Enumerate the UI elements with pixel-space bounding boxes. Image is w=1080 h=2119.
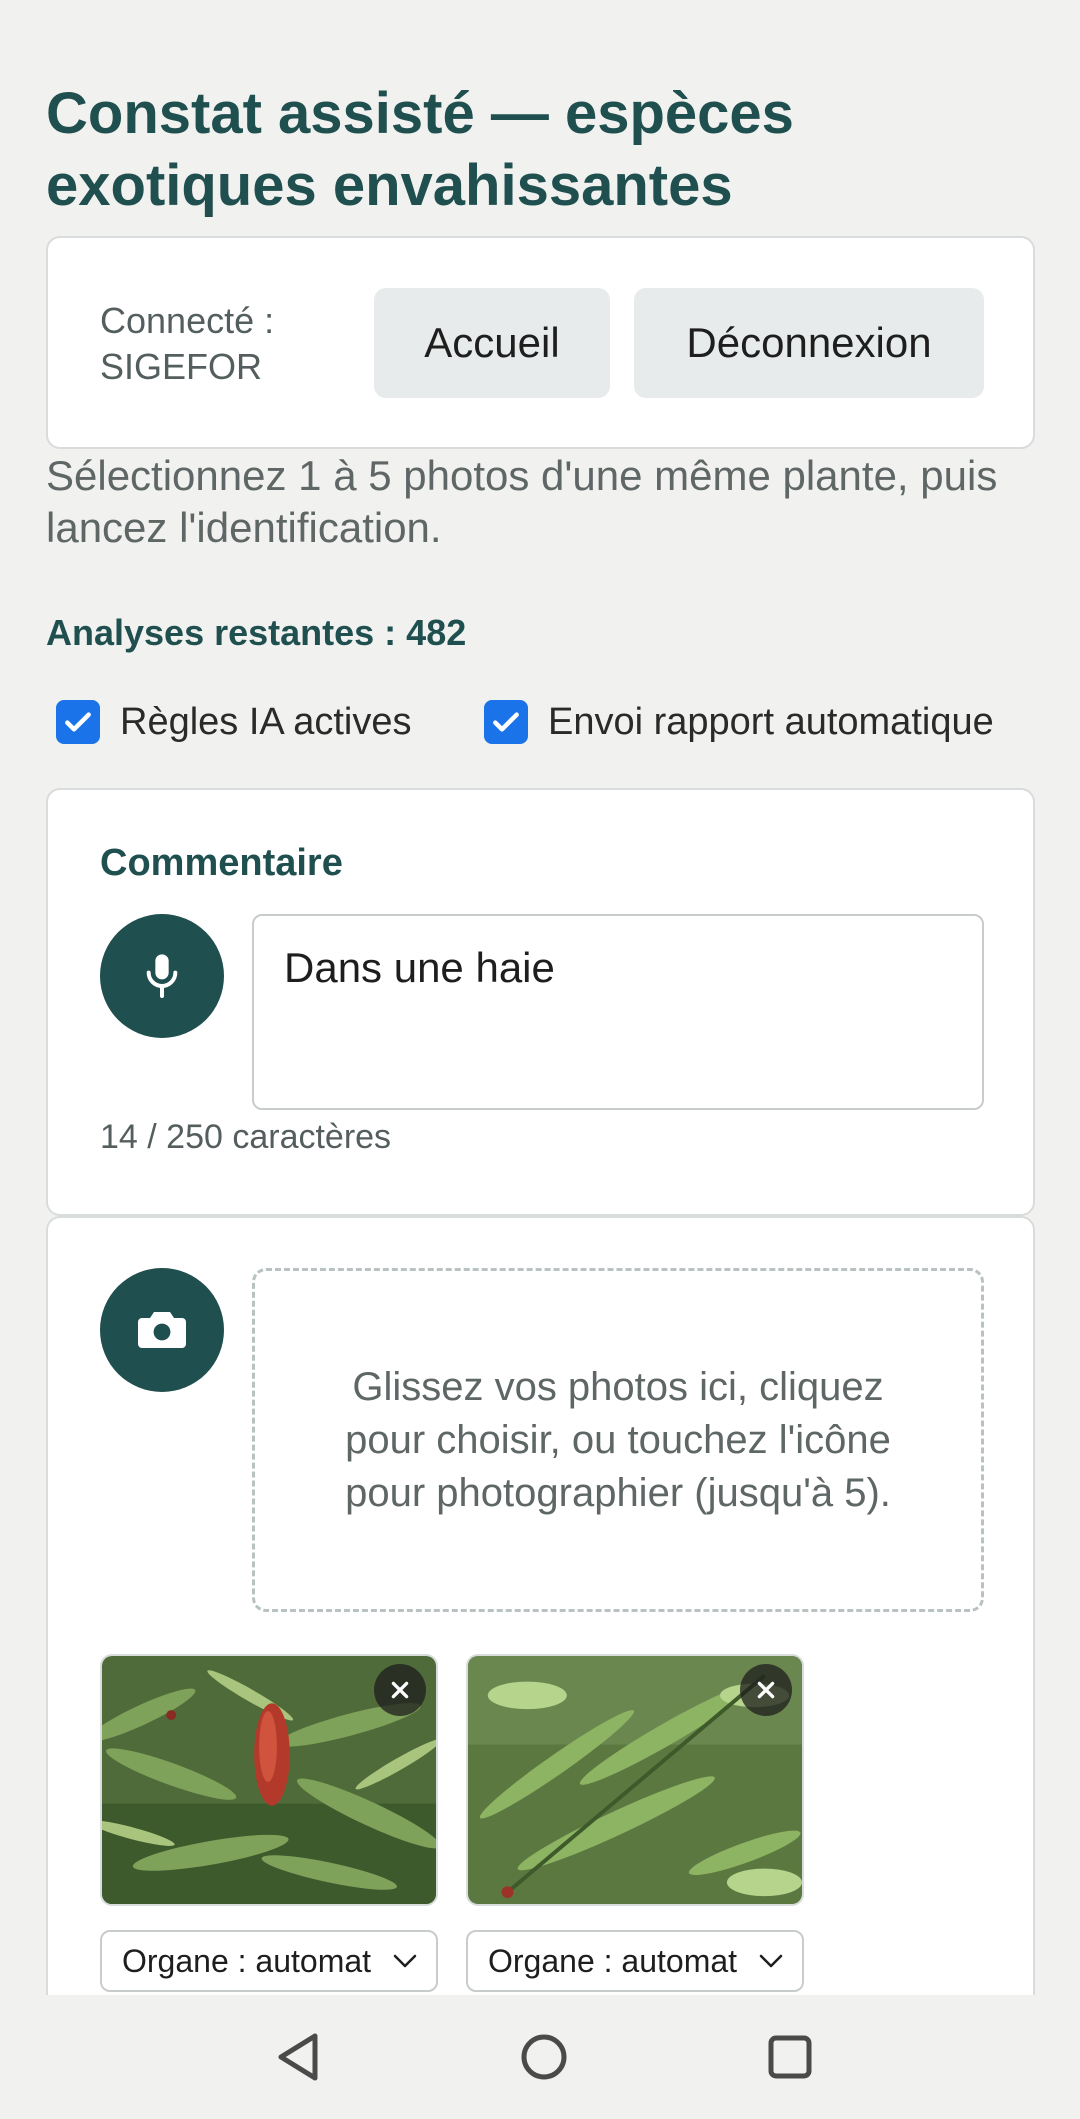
ai-rules-label: Règles IA actives — [120, 700, 412, 743]
home-button[interactable]: Accueil — [374, 288, 610, 398]
chevron-down-icon — [759, 1954, 783, 1968]
chevron-down-icon — [393, 1954, 417, 1968]
nav-home-button[interactable] — [512, 2025, 576, 2089]
page-title: Constat assisté — espèces exotiques enva… — [46, 81, 794, 218]
comment-title: Commentaire — [100, 842, 343, 884]
microphone-icon — [146, 954, 178, 998]
connected-user-label: Connecté : SIGEFOR — [100, 300, 275, 387]
organ-select[interactable]: Organe : automat — [100, 1930, 438, 1992]
app-page: Constat assisté — espèces exotiques enva… — [0, 0, 1080, 1995]
comment-card: Commentaire Dans une haie 14 / 250 carac… — [46, 788, 1035, 1216]
camera-button[interactable] — [100, 1268, 224, 1392]
nav-recents-button[interactable] — [758, 2025, 822, 2089]
voice-input-button[interactable] — [100, 914, 224, 1038]
remove-photo-button[interactable] — [740, 1664, 792, 1716]
checkmark-icon — [493, 712, 519, 732]
remove-photo-button[interactable] — [374, 1664, 426, 1716]
photo-thumbnail[interactable] — [100, 1654, 438, 1906]
auto-report-option[interactable]: Envoi rapport automatique — [484, 700, 994, 744]
remaining-analyses: Analyses restantes : 482 — [46, 612, 467, 653]
back-triangle-icon — [278, 2033, 318, 2081]
system-navigation-bar — [0, 1995, 1080, 2119]
auto-report-label: Envoi rapport automatique — [548, 700, 994, 743]
organ-select-value: Organe : automat — [488, 1942, 738, 1979]
photo-dropzone[interactable]: Glissez vos photos ici, cliquez pour cho… — [252, 1268, 984, 1612]
instructions-text: Sélectionnez 1 à 5 photos d'une même pla… — [46, 452, 998, 551]
ai-rules-option[interactable]: Règles IA actives — [56, 700, 411, 744]
auto-report-checkbox[interactable] — [484, 700, 528, 744]
nav-back-button[interactable] — [266, 2025, 330, 2089]
organ-select-value: Organe : automat — [122, 1942, 372, 1979]
photos-card: Glissez vos photos ici, cliquez pour cho… — [46, 1216, 1035, 1995]
camera-icon — [138, 1312, 186, 1348]
close-icon — [757, 1681, 775, 1699]
photo-thumbnail[interactable] — [466, 1654, 804, 1906]
character-counter: 14 / 250 caractères — [100, 1118, 392, 1156]
user-card: Connecté : SIGEFOR Accueil Déconnexion — [46, 236, 1035, 449]
comment-textarea[interactable]: Dans une haie — [252, 914, 984, 1110]
organ-select[interactable]: Organe : automat — [466, 1930, 804, 1992]
close-icon — [391, 1681, 409, 1699]
recents-square-icon — [768, 2035, 812, 2079]
logout-button[interactable]: Déconnexion — [634, 288, 984, 398]
ai-rules-checkbox[interactable] — [56, 700, 100, 744]
checkmark-icon — [65, 712, 91, 732]
home-circle-icon — [521, 2034, 567, 2080]
dropzone-text: Glissez vos photos ici, cliquez pour cho… — [345, 1364, 891, 1515]
